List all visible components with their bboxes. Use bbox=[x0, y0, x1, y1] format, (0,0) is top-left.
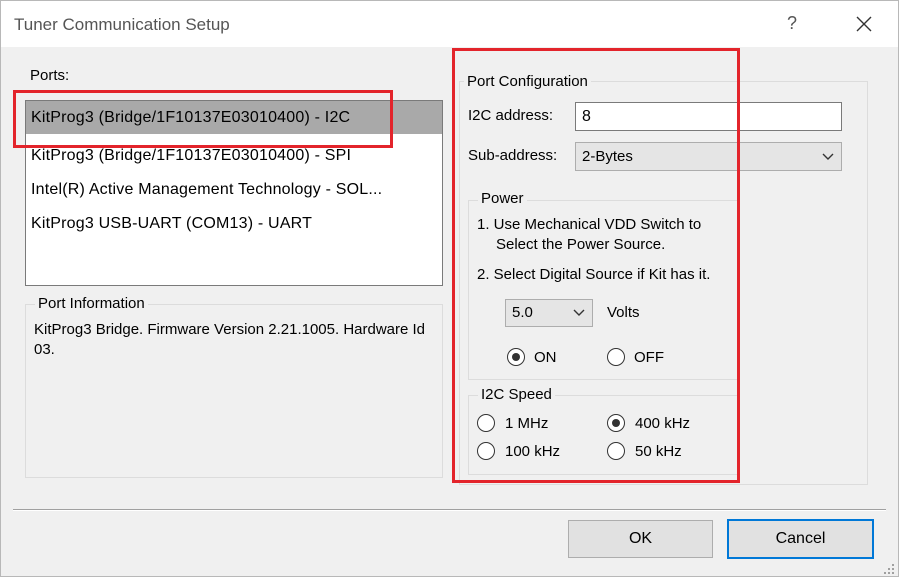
chevron-down-icon bbox=[822, 153, 834, 160]
port-item-uart[interactable]: KitProg3 USB-UART (COM13) - UART bbox=[26, 207, 442, 240]
separator bbox=[13, 509, 886, 511]
ports-label: Ports: bbox=[30, 67, 70, 84]
resize-grip-icon[interactable] bbox=[879, 559, 897, 577]
highlight-box-port bbox=[13, 90, 393, 148]
dialog-window: Tuner Communication Setup ? Ports: KitPr… bbox=[0, 0, 899, 577]
window-title: Tuner Communication Setup bbox=[14, 15, 230, 34]
port-information-text: KitProg3 Bridge. Firmware Version 2.21.1… bbox=[34, 321, 426, 358]
help-button[interactable]: ? bbox=[787, 13, 797, 34]
ok-button[interactable]: OK bbox=[568, 520, 713, 558]
close-icon bbox=[856, 16, 872, 32]
highlight-box-config bbox=[452, 48, 740, 483]
port-item-sol[interactable]: Intel(R) Active Management Technology - … bbox=[26, 173, 442, 206]
close-button[interactable] bbox=[847, 7, 881, 41]
port-information-legend: Port Information bbox=[35, 295, 148, 312]
cancel-button[interactable]: Cancel bbox=[727, 519, 874, 559]
title-bar: Tuner Communication Setup ? bbox=[1, 1, 898, 47]
